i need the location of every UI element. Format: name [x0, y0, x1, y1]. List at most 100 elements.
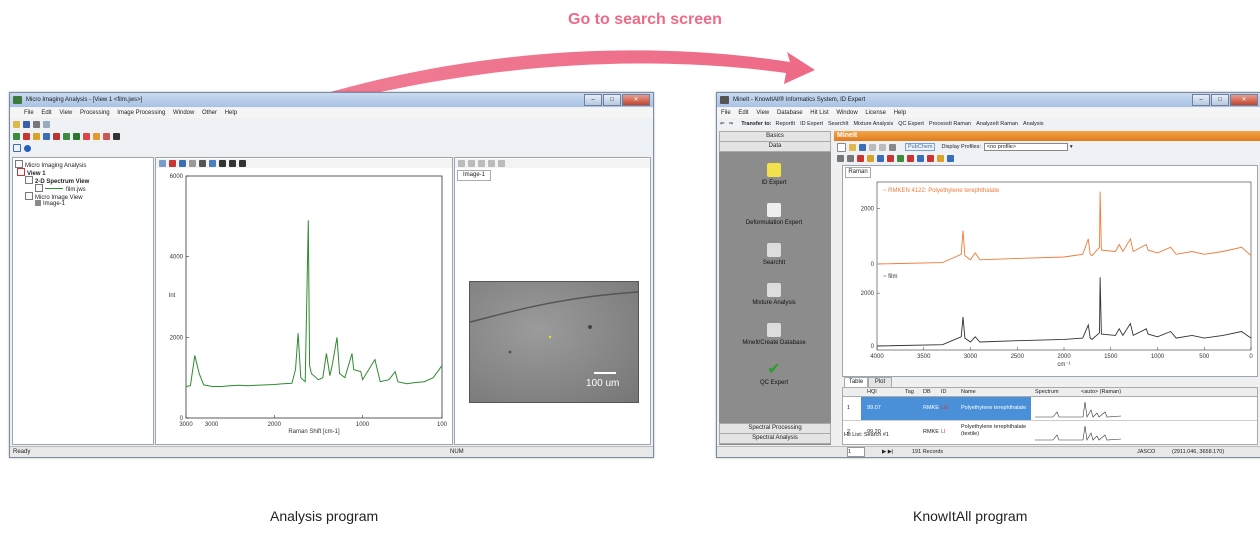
display-profiles-select[interactable]: <no profile>	[983, 143, 1068, 151]
menu-edit[interactable]: Edit	[41, 110, 51, 116]
grid-icon[interactable]	[13, 144, 21, 152]
sidebar-tab-data[interactable]: Data	[719, 141, 831, 152]
menu-other[interactable]: Other	[202, 110, 217, 116]
fit-icon[interactable]	[103, 132, 110, 140]
transfer-analyzeit[interactable]: AnalyzeIt Raman	[976, 121, 1018, 127]
chart-icon[interactable]	[917, 154, 924, 162]
menu-window[interactable]: Window	[836, 110, 857, 116]
raman-tab[interactable]: Raman	[845, 167, 871, 178]
image-tool-icon[interactable]	[458, 160, 465, 167]
table-row[interactable]: 1 99.07 RMKE LG Polyethylene terephthala…	[843, 397, 1257, 421]
menu-file[interactable]: File	[24, 110, 34, 116]
menu-license[interactable]: License	[865, 110, 886, 116]
properties-icon[interactable]	[859, 143, 866, 151]
chart-icon[interactable]	[927, 154, 934, 162]
baseline-icon[interactable]	[13, 132, 20, 140]
knowitall-icon[interactable]	[113, 132, 120, 140]
minimize-button[interactable]: –	[584, 94, 602, 106]
image-tool-icon[interactable]	[478, 160, 485, 167]
sidebar-item-id-expert[interactable]: ID Expert	[719, 163, 829, 186]
transfer-processit[interactable]: ProcessIt Raman	[929, 121, 971, 127]
mountain-icon[interactable]	[73, 132, 80, 140]
new-icon[interactable]	[837, 142, 846, 152]
menu-help[interactable]: Help	[894, 110, 906, 116]
chart-icon[interactable]	[857, 154, 864, 162]
cursor-icon[interactable]	[83, 132, 90, 140]
transfer-reportit[interactable]: ReportIt	[775, 121, 795, 127]
col-spectrum[interactable]: Spectrum	[1033, 388, 1075, 396]
col-db[interactable]: DB	[921, 388, 939, 396]
image-tab[interactable]: Image-1	[457, 170, 491, 181]
menu-view[interactable]: View	[756, 110, 769, 116]
derivative-icon[interactable]	[43, 132, 50, 140]
save-icon[interactable]	[23, 120, 30, 128]
transfer-mixture[interactable]: Mixture Analysis	[853, 121, 893, 127]
select-icon[interactable]	[209, 160, 216, 167]
close-button[interactable]: ✕	[1230, 94, 1258, 106]
copy-icon[interactable]	[869, 143, 876, 151]
pubchem-button[interactable]: PubChem	[905, 143, 936, 151]
chart-icon[interactable]	[897, 154, 904, 162]
return-icon[interactable]	[239, 160, 246, 167]
minimize-button[interactable]: –	[1192, 94, 1210, 106]
row-id[interactable]: LI	[939, 428, 957, 436]
transfer-id-expert[interactable]: ID Expert	[800, 121, 823, 127]
pointer-icon[interactable]	[837, 154, 844, 162]
info-icon[interactable]	[24, 144, 31, 152]
zoom-icon[interactable]	[159, 160, 166, 167]
chart-icon[interactable]	[907, 154, 914, 162]
print-icon[interactable]	[889, 143, 896, 151]
col-tag[interactable]: Tag	[903, 388, 921, 396]
sidebar-item-mixture[interactable]: Mixture Analysis	[719, 283, 829, 306]
menu-processing[interactable]: Processing	[80, 110, 110, 116]
table-row[interactable]: 2 99.20 RMKE LI Polyethylene terephthala…	[843, 421, 1257, 443]
next-page-icon[interactable]: ▶ ▶|	[882, 447, 893, 457]
tree-image-item[interactable]: Image-1	[35, 200, 65, 208]
sidebar-tab-spectral-analysis[interactable]: Spectral Analysis	[719, 433, 831, 444]
image-tool-icon[interactable]	[488, 160, 495, 167]
open-icon[interactable]	[13, 120, 20, 128]
peak-icon[interactable]	[33, 132, 40, 140]
col-hqi[interactable]: HQI	[865, 388, 897, 396]
sidebar-item-searchit[interactable]: SearchIt	[719, 243, 829, 266]
chart-icon[interactable]	[867, 154, 874, 162]
transfer-searchit[interactable]: SearchIt	[828, 121, 848, 127]
menu-edit[interactable]: Edit	[738, 110, 748, 116]
transfer-analysis[interactable]: Analysis	[1023, 121, 1043, 127]
transfer-qc-expert[interactable]: QC Expert	[898, 121, 924, 127]
close-button[interactable]: ✕	[622, 94, 650, 106]
preview-icon[interactable]	[43, 120, 50, 128]
row-id[interactable]: LG	[939, 404, 957, 412]
page-field[interactable]: 1	[847, 447, 865, 457]
chart-icon[interactable]	[937, 154, 944, 162]
menu-image-processing[interactable]: Image Processing	[117, 110, 165, 116]
nav-back-icon[interactable]: ⇐	[720, 121, 725, 127]
cursor-mode-icon[interactable]	[199, 160, 206, 167]
chart-icon[interactable]	[877, 154, 884, 162]
chart-icon[interactable]	[947, 154, 954, 162]
move-icon[interactable]	[229, 160, 236, 167]
col-name[interactable]: Name	[959, 388, 1021, 396]
menu-window[interactable]: Window	[173, 110, 194, 116]
smooth-icon[interactable]	[23, 132, 30, 140]
sidebar-item-deformulation[interactable]: Deformulation Expert	[719, 203, 829, 226]
sidebar-item-mineit[interactable]: MineIt/Create Database	[719, 323, 829, 346]
print-icon[interactable]	[33, 120, 40, 128]
multi-peak-icon[interactable]	[93, 132, 100, 140]
dropdown-icon[interactable]: ▾	[1070, 144, 1073, 150]
peak-find-icon[interactable]	[63, 132, 70, 140]
image-tool-icon[interactable]	[468, 160, 475, 167]
menu-view[interactable]: View	[59, 110, 72, 116]
maximize-button[interactable]: □	[1211, 94, 1229, 106]
paste-icon[interactable]	[879, 143, 886, 151]
menu-file[interactable]: File	[721, 110, 731, 116]
menu-database[interactable]: Database	[777, 110, 803, 116]
chart-icon[interactable]	[887, 154, 894, 162]
col-auto[interactable]: <auto> (Raman)	[1079, 388, 1141, 396]
nav-forward-icon[interactable]: ⇒	[729, 121, 734, 127]
sidebar-item-qc-expert[interactable]: ✔ QC Expert	[719, 362, 829, 387]
image-tool-icon[interactable]	[498, 160, 505, 167]
overlay-icon[interactable]	[169, 160, 176, 167]
stack-icon[interactable]	[179, 160, 186, 167]
pan-icon[interactable]	[219, 160, 226, 167]
